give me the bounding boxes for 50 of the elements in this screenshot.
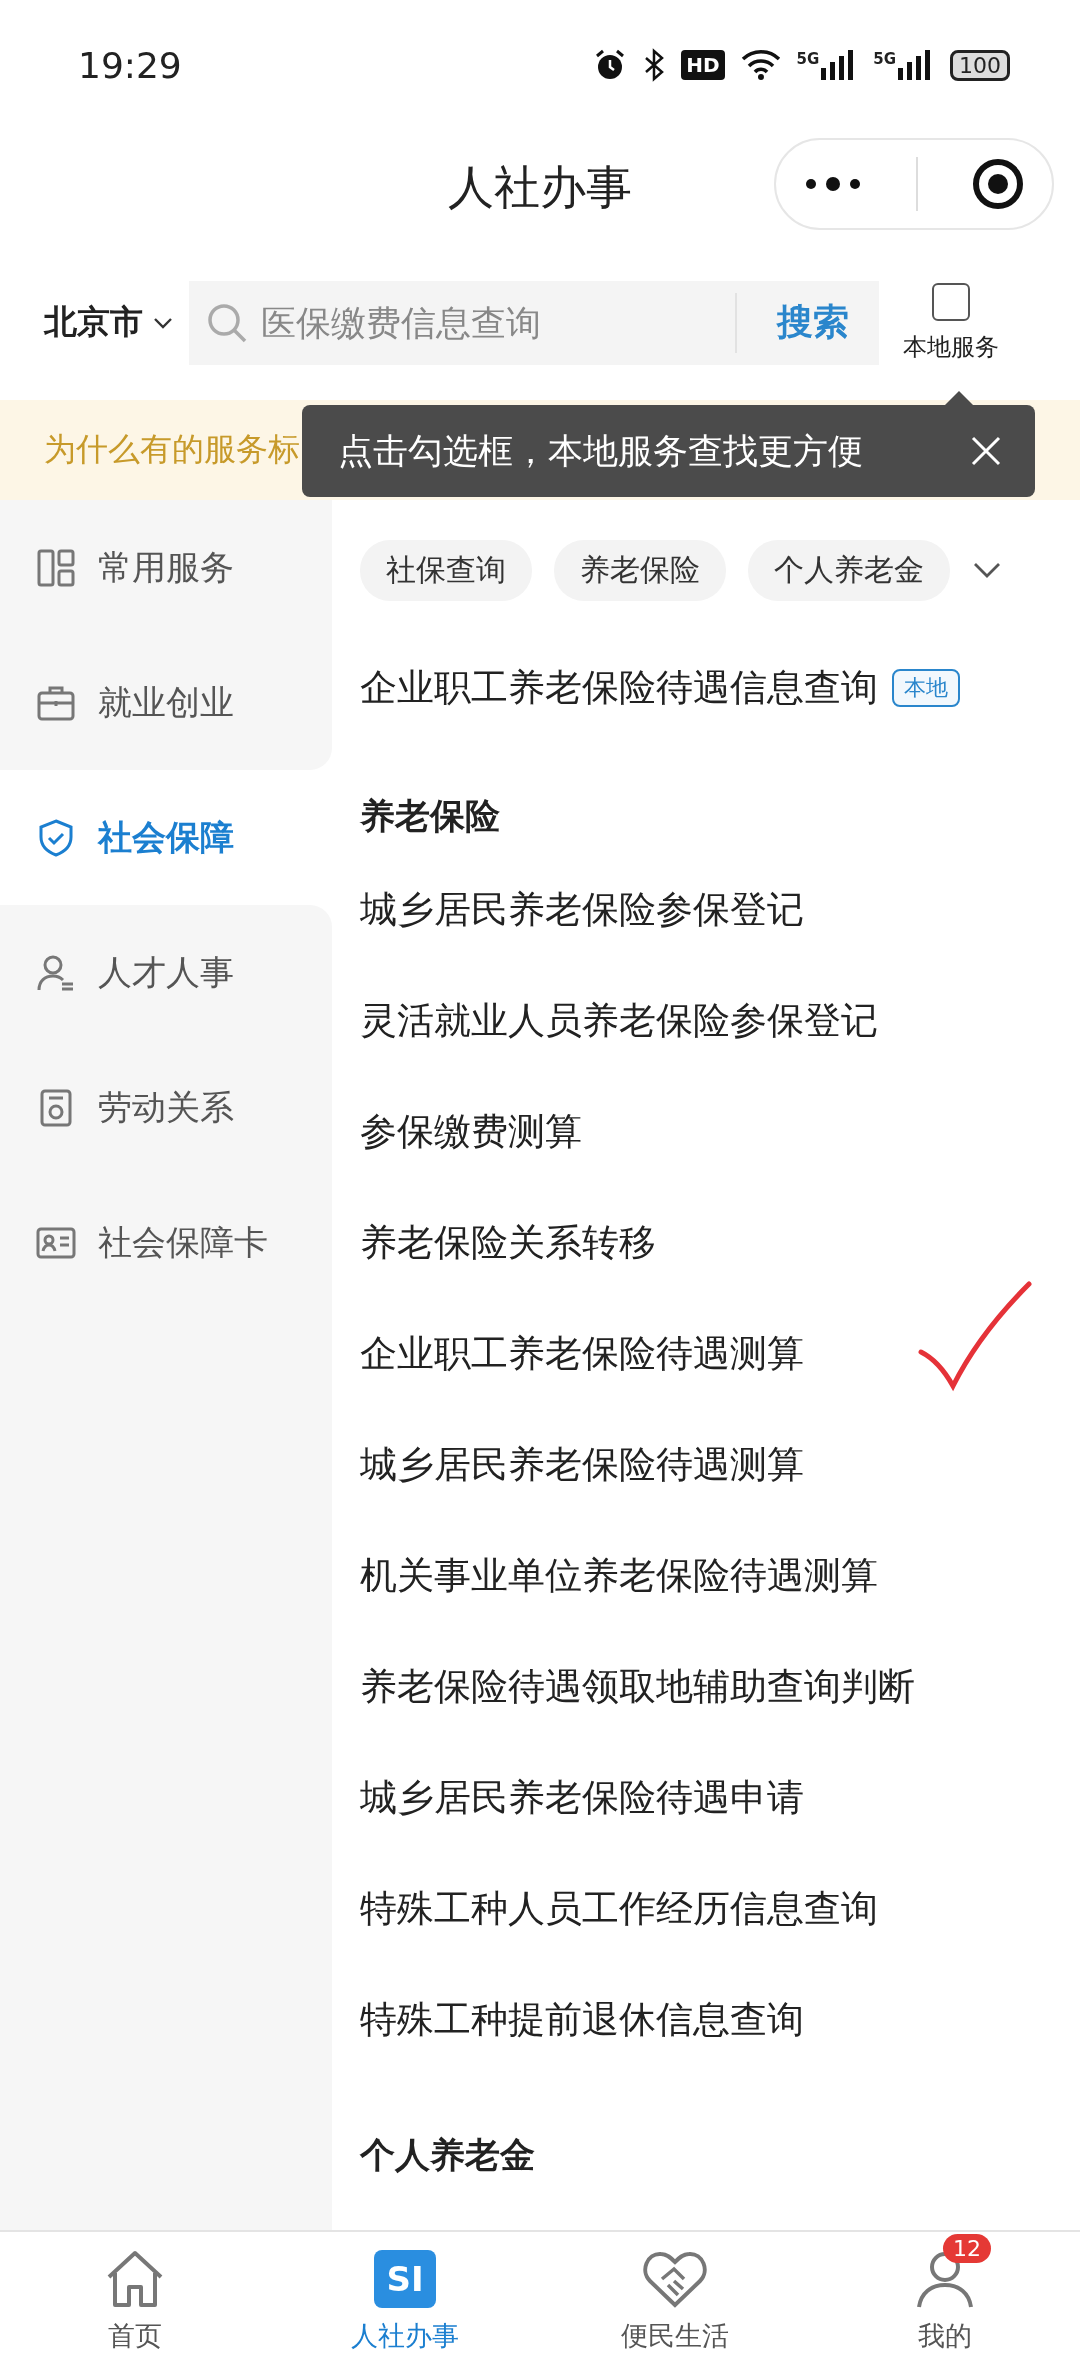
service-item[interactable]: 城乡居民养老保险参保登记 (360, 884, 804, 935)
category-chip[interactable]: 社保查询 (360, 539, 532, 601)
service-item[interactable]: 参保缴费测算 (360, 1106, 582, 1157)
category-chip[interactable]: 养老保险 (554, 539, 726, 601)
network-label: 5G (796, 50, 820, 68)
app-logo: SI (374, 2250, 436, 2308)
local-checkbox[interactable] (932, 282, 970, 321)
grid-icon (36, 547, 76, 588)
service-item[interactable]: 机关事业单位养老保险待遇测算 (360, 1550, 878, 1601)
service-item[interactable]: 养老保险待遇领取地辅助查询判断 (360, 1661, 915, 1712)
local-tag: 本地 (892, 669, 960, 707)
sidebar-item[interactable]: 人才人事 (0, 905, 332, 1040)
service-item[interactable]: 养老保险关系转移 (360, 1217, 656, 1268)
service-item[interactable]: 企业职工养老保险待遇测算 (360, 1328, 804, 1379)
service-item[interactable]: 特殊工种人员工作经历信息查询 (360, 1883, 878, 1934)
service-item[interactable]: 企业职工养老保险待遇信息查询 (360, 663, 878, 713)
page-title: 人社办事 (448, 158, 632, 216)
tab-bar-item[interactable]: 便民生活 (540, 2232, 810, 2375)
local-label: 本地服务 (903, 331, 999, 363)
bluetooth-icon (643, 48, 666, 82)
notice-text: 为什么有的服务标 (44, 429, 300, 470)
chevron-down-icon (153, 315, 173, 330)
city-selector[interactable]: 北京市 (44, 300, 173, 345)
hd-indicator: HD (681, 50, 725, 80)
chevron-down-icon[interactable] (972, 561, 1002, 579)
sidebar-item[interactable]: 就业创业 (0, 635, 332, 770)
tab-bar-item[interactable]: SI 人社办事 (270, 2232, 540, 2375)
search-button[interactable]: 搜索 (747, 298, 879, 347)
section-heading: 养老保险 (360, 795, 500, 838)
heart-handshake-icon (642, 2249, 708, 2309)
tooltip-text: 点击勾选框，本地服务查找更方便 (338, 429, 863, 473)
sidebar-item[interactable]: 常用服务 (0, 500, 332, 635)
service-item[interactable]: 城乡居民养老保险待遇申请 (360, 1772, 804, 1823)
sidebar-item[interactable]: 社会保障卡 (0, 1175, 332, 1310)
search-field[interactable]: 医保缴费信息查询 搜索 (189, 280, 879, 365)
section-heading: 个人养老金 (360, 2134, 535, 2177)
close-target-icon[interactable] (971, 157, 1026, 211)
status-time: 19:29 (78, 44, 182, 86)
close-icon[interactable] (971, 436, 1001, 466)
category-chip[interactable]: 个人养老金 (748, 539, 950, 601)
battery-indicator: 100 (950, 49, 1010, 81)
network-label: 5G (873, 50, 896, 68)
service-item[interactable]: 特殊工种提前退休信息查询 (360, 1994, 804, 2045)
sidebar-item[interactable]: 劳动关系 (0, 1040, 332, 1175)
notification-badge: 12 (943, 2234, 991, 2263)
service-item[interactable]: 灵活就业人员养老保险参保登记 (360, 995, 878, 1046)
tab-bar-item[interactable]: 首页 (0, 2232, 270, 2375)
tab-bar-item[interactable]: 12 我的 (810, 2232, 1080, 2375)
wifi-icon (740, 49, 781, 81)
service-item[interactable]: 城乡居民养老保险待遇测算 (360, 1439, 804, 1490)
